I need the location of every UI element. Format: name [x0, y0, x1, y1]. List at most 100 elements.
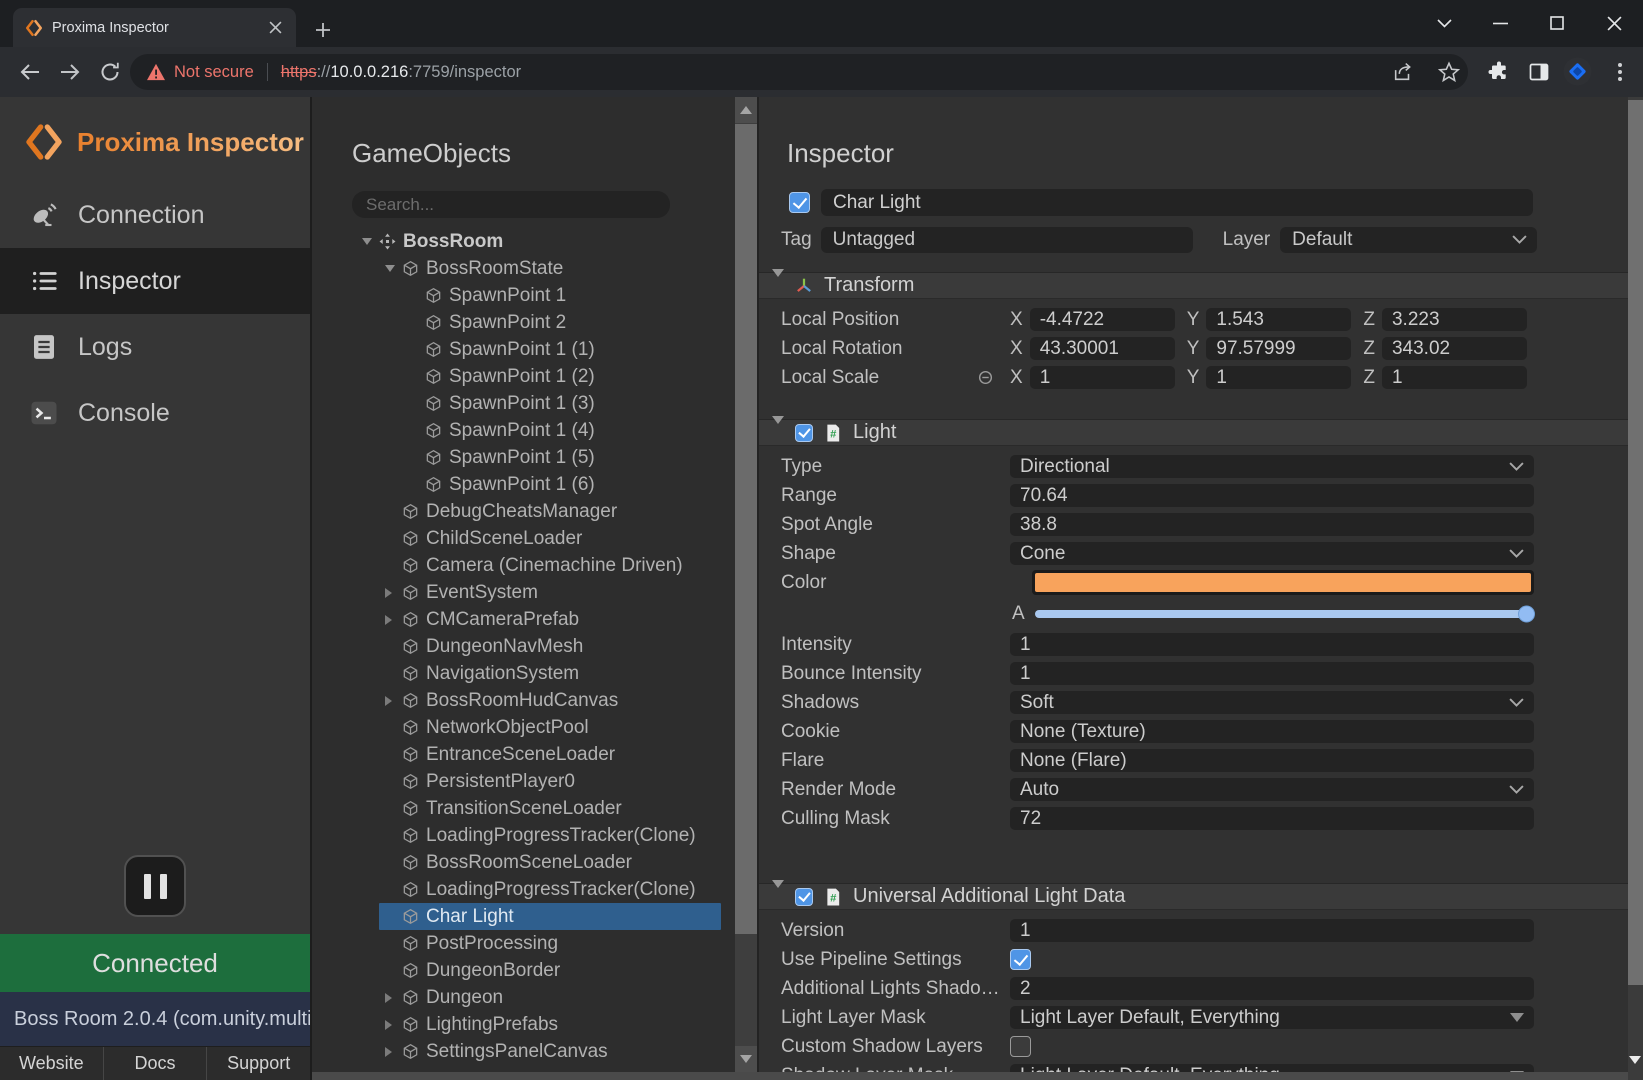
object-name-field[interactable]: Char Light — [821, 189, 1533, 216]
tree-item-spawnpoint-1-1[interactable]: SpawnPoint 1 (1) — [402, 336, 721, 363]
vector-input-y[interactable]: 1.543 — [1206, 308, 1351, 331]
vector-input-z[interactable]: 3.223 — [1382, 308, 1527, 331]
expand-arrow-icon[interactable] — [385, 615, 402, 625]
forward-icon[interactable] — [58, 60, 84, 86]
page-scrollbar[interactable] — [1628, 97, 1643, 1080]
slider-handle-icon[interactable] — [1518, 605, 1535, 622]
vector-input-y[interactable]: 97.57999 — [1206, 337, 1351, 360]
tree-item-spawnpoint-1-2[interactable]: SpawnPoint 1 (2) — [402, 363, 721, 390]
value-input[interactable]: 72 — [1010, 807, 1534, 830]
tree-item-spawnpoint-1-6[interactable]: SpawnPoint 1 (6) — [402, 471, 721, 498]
component-enabled-checkbox[interactable] — [795, 424, 813, 442]
tree-item-dungeonborder[interactable]: DungeonBorder — [379, 957, 721, 984]
mask-select[interactable]: Light Layer Default, Everything — [1010, 1006, 1534, 1029]
value-input[interactable]: None (Flare) — [1010, 749, 1534, 772]
expand-arrow-icon[interactable] — [385, 1047, 402, 1057]
tree-scrollbar[interactable] — [735, 97, 757, 1072]
value-input[interactable]: 38.8 — [1010, 513, 1534, 536]
value-input[interactable]: 70.64 — [1010, 484, 1534, 507]
window-minimize-icon[interactable] — [1486, 9, 1514, 37]
share-icon[interactable] — [1392, 61, 1414, 83]
pause-button[interactable] — [124, 855, 186, 917]
color-swatch[interactable] — [1032, 570, 1534, 595]
tag-field[interactable]: Untagged — [821, 227, 1193, 253]
value-select[interactable]: Directional — [1010, 455, 1534, 478]
component-header[interactable]: #Universal Additional Light Data — [759, 883, 1628, 910]
tree-item-bossroomstate[interactable]: BossRoomState — [379, 255, 721, 282]
component-enabled-checkbox[interactable] — [795, 888, 813, 906]
expand-arrow-icon[interactable] — [385, 696, 402, 706]
value-input[interactable]: 2 — [1010, 977, 1534, 1000]
value-select[interactable]: Auto — [1010, 778, 1534, 801]
search-input[interactable] — [352, 191, 670, 218]
expand-arrow-icon[interactable] — [385, 993, 402, 1003]
tree-item-debugcheatsmanager[interactable]: DebugCheatsManager — [379, 498, 721, 525]
tree-item-spawnpoint-1-3[interactable]: SpawnPoint 1 (3) — [402, 390, 721, 417]
tree-item-loadingprogresstracker-clone[interactable]: LoadingProgressTracker(Clone) — [379, 822, 721, 849]
tab-close-icon[interactable] — [266, 19, 284, 37]
window-chevron-icon[interactable] — [1430, 9, 1458, 37]
sidebar-item-connection[interactable]: Connection — [0, 182, 310, 248]
reload-icon[interactable] — [98, 60, 124, 86]
value-select[interactable]: Soft — [1010, 691, 1534, 714]
tree-item-spawnpoint-1-5[interactable]: SpawnPoint 1 (5) — [402, 444, 721, 471]
address-bar[interactable]: Not secure https :// 10.0.0.216 :7759/in… — [130, 54, 1468, 90]
tree-item-networkobjectpool[interactable]: NetworkObjectPool — [379, 714, 721, 741]
website-link[interactable]: Website — [0, 1047, 103, 1080]
tree-item-persistentplayer0[interactable]: PersistentPlayer0 — [379, 768, 721, 795]
tree-item-dungeon[interactable]: Dungeon — [379, 984, 721, 1011]
window-close-icon[interactable] — [1600, 9, 1628, 37]
scroll-down-icon[interactable] — [1629, 1056, 1641, 1064]
browser-tab[interactable]: Proxima Inspector — [13, 8, 296, 47]
tree-item-dungeonnavmesh[interactable]: DungeonNavMesh — [379, 633, 721, 660]
new-tab-button[interactable] — [310, 17, 336, 43]
vector-input-x[interactable]: 1 — [1030, 366, 1175, 389]
value-select[interactable]: Cone — [1010, 542, 1534, 565]
tree-item-camera-cinemachine-driven[interactable]: Camera (Cinemachine Driven) — [379, 552, 721, 579]
horizontal-scrollbar[interactable] — [312, 1072, 1628, 1080]
tree-item-transitionsceneloader[interactable]: TransitionSceneLoader — [379, 795, 721, 822]
vector-input-z[interactable]: 1 — [1382, 366, 1527, 389]
property-checkbox[interactable] — [1010, 949, 1031, 970]
collapse-arrow-icon[interactable] — [772, 277, 784, 295]
vector-input-x[interactable]: -4.4722 — [1030, 308, 1175, 331]
value-input[interactable]: 1 — [1010, 919, 1534, 942]
tree-item-eventsystem[interactable]: EventSystem — [379, 579, 721, 606]
tree-item-navigationsystem[interactable]: NavigationSystem — [379, 660, 721, 687]
value-input[interactable]: None (Texture) — [1010, 720, 1534, 743]
tree-item-bossroomsceneloader[interactable]: BossRoomSceneLoader — [379, 849, 721, 876]
tree-item-spawnpoint-2[interactable]: SpawnPoint 2 — [402, 309, 721, 336]
component-header[interactable]: #Light — [759, 419, 1628, 446]
collapse-arrow-icon[interactable] — [772, 424, 784, 442]
vector-input-y[interactable]: 1 — [1206, 366, 1351, 389]
tree-item-cmcameraprefab[interactable]: CMCameraPrefab — [379, 606, 721, 633]
component-header[interactable]: Transform — [759, 272, 1628, 299]
object-enabled-checkbox[interactable] — [789, 192, 810, 213]
page-scrollbar-thumb[interactable] — [1628, 100, 1643, 985]
collapse-arrow-icon[interactable] — [362, 238, 379, 245]
link-icon[interactable] — [977, 369, 994, 386]
tree-item-bossroomhudcanvas[interactable]: BossRoomHudCanvas — [379, 687, 721, 714]
tree-scrollbar-thumb[interactable] — [735, 124, 757, 934]
scroll-up-icon[interactable] — [735, 97, 757, 123]
expand-arrow-icon[interactable] — [385, 588, 402, 598]
window-maximize-icon[interactable] — [1543, 9, 1571, 37]
tree-item-postprocessing[interactable]: PostProcessing — [379, 930, 721, 957]
value-input[interactable]: 1 — [1010, 662, 1534, 685]
kebab-menu-icon[interactable] — [1608, 60, 1632, 84]
support-link[interactable]: Support — [206, 1047, 310, 1080]
sidebar-item-console[interactable]: Console — [0, 380, 310, 446]
bookmark-star-icon[interactable] — [1438, 61, 1460, 83]
tree-item-spawnpoint-1[interactable]: SpawnPoint 1 — [402, 282, 721, 309]
tree-item-spawnpoint-1-4[interactable]: SpawnPoint 1 (4) — [402, 417, 721, 444]
tree-item-settingspanelcanvas[interactable]: SettingsPanelCanvas — [379, 1038, 721, 1065]
tree-item-loadingprogresstracker-clone[interactable]: LoadingProgressTracker(Clone) — [379, 876, 721, 903]
layer-select[interactable]: Default — [1280, 227, 1537, 253]
sidebar-item-logs[interactable]: Logs — [0, 314, 310, 380]
vector-input-z[interactable]: 343.02 — [1382, 337, 1527, 360]
tree-item-entrancesceneloader[interactable]: EntranceSceneLoader — [379, 741, 721, 768]
property-checkbox[interactable] — [1010, 1036, 1031, 1057]
back-icon[interactable] — [18, 60, 44, 86]
docs-link[interactable]: Docs — [103, 1047, 207, 1080]
scroll-down-icon[interactable] — [735, 1046, 757, 1072]
